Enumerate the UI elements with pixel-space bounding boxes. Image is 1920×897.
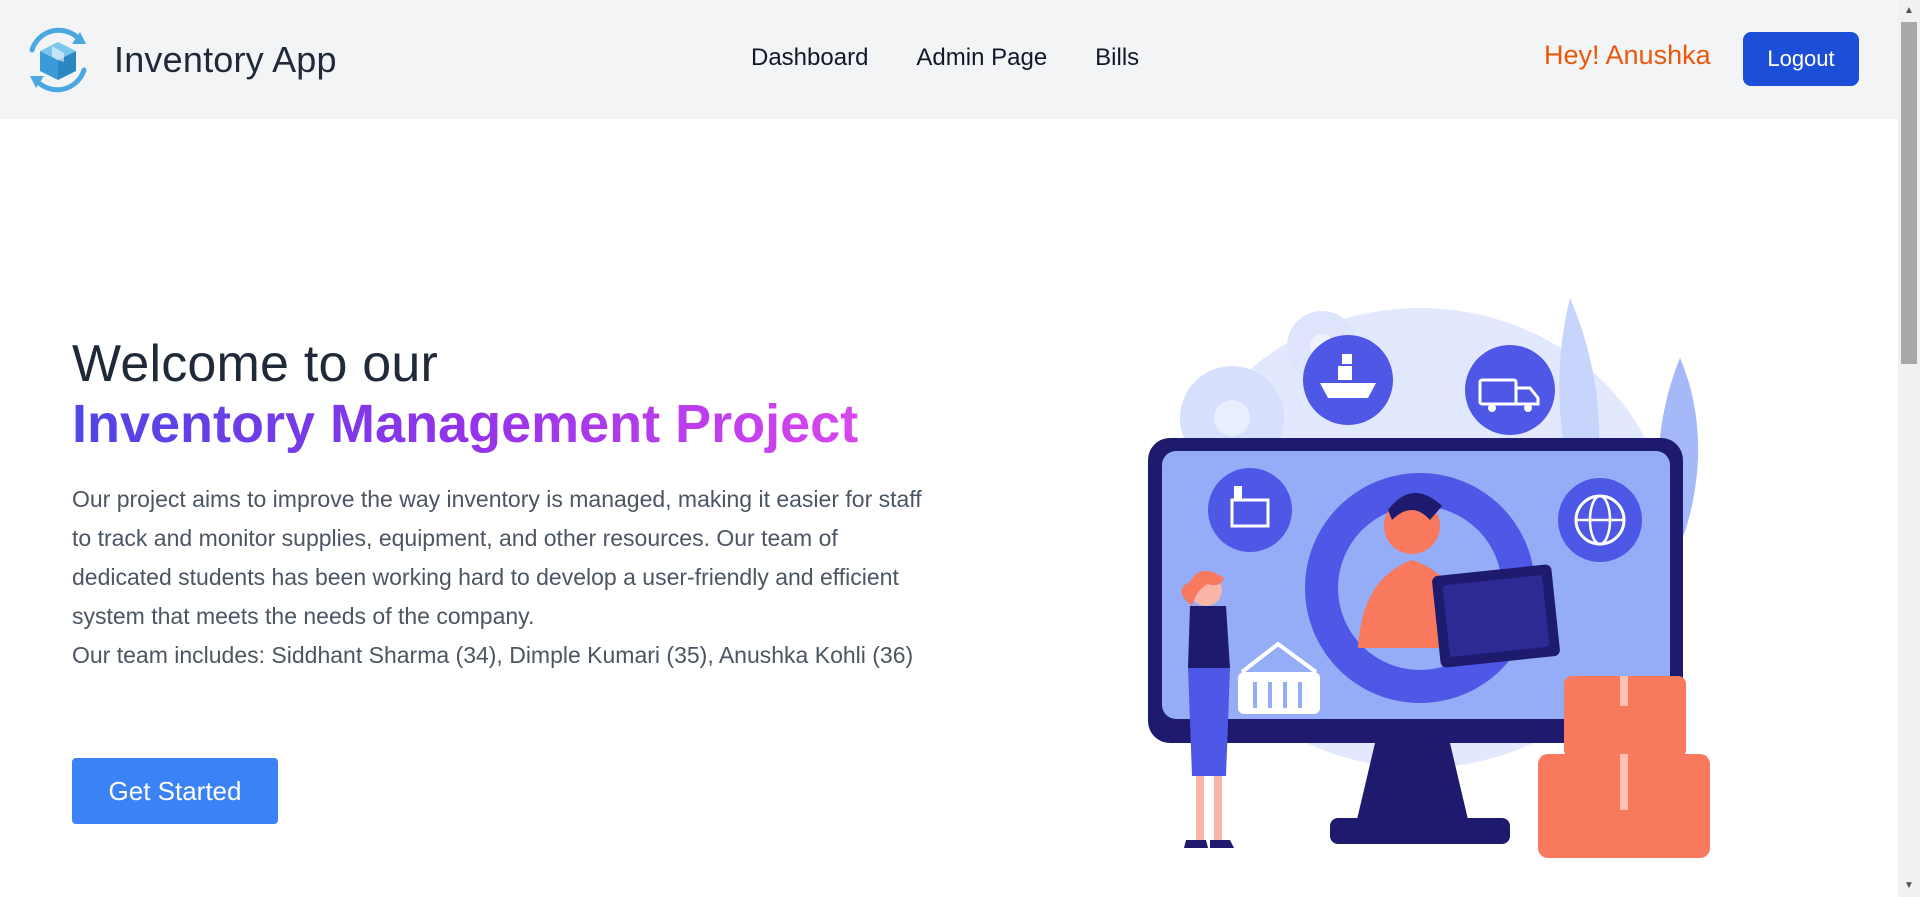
nav-admin-page[interactable]: Admin Page xyxy=(916,44,1047,72)
scroll-thumb[interactable] xyxy=(1901,22,1917,364)
hero-pretitle: Welcome to our xyxy=(72,335,438,393)
navbar: Inventory App Dashboard Admin Page Bills… xyxy=(0,0,1898,119)
scroll-down-arrow-icon[interactable]: ▼ xyxy=(1898,875,1920,897)
nav-dashboard[interactable]: Dashboard xyxy=(751,44,868,72)
brand-name: Inventory App xyxy=(114,39,337,80)
brand[interactable]: Inventory App xyxy=(22,24,337,96)
main-nav: Dashboard Admin Page Bills xyxy=(751,44,1139,72)
factory-icon xyxy=(1208,468,1292,552)
scroll-up-arrow-icon[interactable]: ▲ xyxy=(1898,0,1920,22)
hero-description: Our project aims to improve the way inve… xyxy=(72,480,922,675)
inventory-management-illustration xyxy=(1148,298,1710,858)
hero-title: Inventory Management Project xyxy=(72,394,859,454)
inventory-box-logo-icon xyxy=(29,27,87,93)
logout-button[interactable]: Logout xyxy=(1743,32,1859,86)
project-description: Our project aims to improve the way inve… xyxy=(72,486,922,629)
vertical-scrollbar[interactable]: ▲ ▼ xyxy=(1898,0,1920,897)
team-members: Our team includes: Siddhant Sharma (34),… xyxy=(72,642,914,668)
nav-bills[interactable]: Bills xyxy=(1095,44,1139,72)
get-started-button[interactable]: Get Started xyxy=(72,758,278,824)
user-greeting: Hey! Anushka xyxy=(1544,40,1711,70)
basket-icon xyxy=(1238,672,1320,714)
